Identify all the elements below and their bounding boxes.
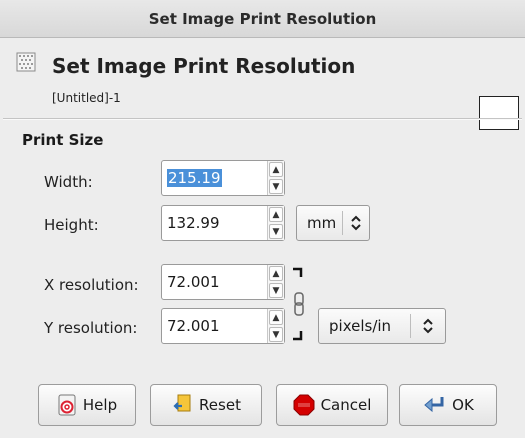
y-resolution-label: Y resolution: [44, 319, 138, 337]
print-size-heading: Print Size [22, 131, 104, 149]
x-resolution-input[interactable]: 72.001 [162, 265, 267, 299]
width-decrement-button[interactable]: ▼ [269, 179, 283, 194]
resolution-unit-value: pixels/in [329, 317, 392, 335]
height-value: 132.99 [167, 214, 220, 232]
height-input[interactable]: 132.99 [162, 206, 267, 240]
window-title: Set Image Print Resolution [148, 9, 377, 28]
dialog-window: Set Image Print Resolution Set Image Pri… [0, 0, 525, 438]
height-decrement-button[interactable]: ▼ [269, 224, 283, 239]
image-name: [Untitled]-1 [52, 91, 121, 105]
image-preview [479, 96, 519, 130]
x-resolution-increment-button[interactable]: ▲ [269, 266, 283, 281]
y-resolution-value: 72.001 [167, 317, 220, 335]
dialog-heading: Set Image Print Resolution [52, 54, 356, 78]
y-resolution-input[interactable]: 72.001 [162, 309, 267, 343]
enter-arrow-icon [422, 395, 446, 415]
window-titlebar[interactable]: Set Image Print Resolution [0, 0, 525, 38]
ok-label: OK [452, 396, 474, 414]
x-resolution-label: X resolution: [44, 276, 139, 294]
width-input[interactable]: 215.19 [162, 161, 267, 195]
size-unit-value: mm [307, 214, 337, 232]
reset-button[interactable]: Reset [150, 384, 262, 426]
header-divider [3, 118, 522, 120]
resolution-unit-combo[interactable]: pixels/in [318, 308, 446, 344]
width-label: Width: [44, 173, 93, 191]
size-unit-combo[interactable]: mm [296, 205, 370, 241]
help-button[interactable]: Help [38, 384, 136, 426]
x-resolution-decrement-button[interactable]: ▼ [269, 283, 283, 298]
help-label: Help [82, 396, 118, 414]
width-increment-button[interactable]: ▲ [269, 162, 283, 177]
height-increment-button[interactable]: ▲ [269, 207, 283, 222]
print-resolution-icon [16, 52, 36, 72]
y-resolution-spinbutton[interactable]: 72.001 ▲ ▼ [161, 308, 285, 344]
updown-chevron-icon [411, 318, 445, 334]
ok-button[interactable]: OK [399, 384, 497, 426]
height-label: Height: [44, 216, 99, 234]
height-spinbutton[interactable]: 132.99 ▲ ▼ [161, 205, 285, 241]
help-icon [57, 394, 77, 416]
cancel-button[interactable]: Cancel [276, 384, 388, 426]
dialog-header: Set Image Print Resolution [Untitled]-1 [0, 38, 525, 130]
updown-chevron-icon [343, 215, 369, 231]
cancel-icon [293, 394, 315, 416]
cancel-label: Cancel [320, 396, 372, 414]
reset-icon [171, 394, 193, 416]
width-value: 215.19 [167, 169, 222, 187]
y-resolution-decrement-button[interactable]: ▼ [269, 327, 283, 342]
reset-label: Reset [199, 396, 241, 414]
chain-link-toggle[interactable] [289, 263, 309, 347]
x-resolution-spinbutton[interactable]: 72.001 ▲ ▼ [161, 264, 285, 300]
width-spinbutton[interactable]: 215.19 ▲ ▼ [161, 160, 285, 196]
x-resolution-value: 72.001 [167, 273, 220, 291]
y-resolution-increment-button[interactable]: ▲ [269, 310, 283, 325]
